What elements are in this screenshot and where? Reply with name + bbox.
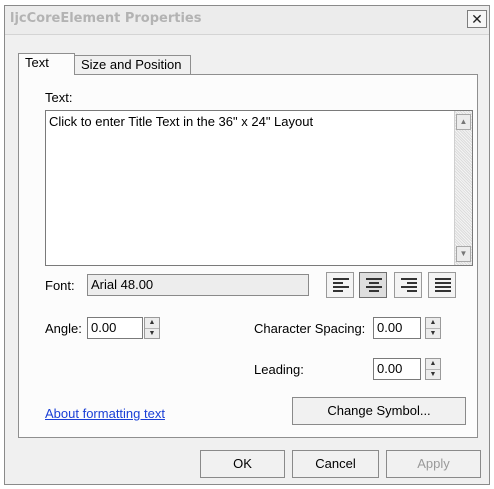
align-right-button[interactable]	[394, 272, 422, 298]
character-spacing-label: Character Spacing:	[254, 321, 366, 336]
cancel-button[interactable]: Cancel	[292, 450, 379, 478]
spin-down-icon[interactable]: ▼	[426, 370, 440, 380]
apply-button[interactable]: Apply	[386, 450, 481, 478]
tab-text-label: Text	[25, 55, 49, 70]
change-symbol-button[interactable]: Change Symbol...	[292, 397, 466, 425]
character-spacing-spinner[interactable]: ▲ ▼	[425, 317, 441, 339]
close-icon: ✕	[471, 11, 483, 27]
align-right-icon	[401, 278, 417, 292]
font-label: Font:	[45, 278, 75, 293]
spin-down-icon[interactable]: ▼	[426, 329, 440, 339]
scroll-down-button[interactable]: ▼	[456, 246, 471, 262]
spin-down-icon[interactable]: ▼	[145, 329, 159, 339]
align-left-button[interactable]	[326, 272, 354, 298]
title-text-area[interactable]: Click to enter Title Text in the 36" x 2…	[45, 110, 473, 266]
align-center-icon	[366, 278, 382, 292]
tab-size-and-position-label: Size and Position	[81, 57, 182, 72]
ok-button[interactable]: OK	[200, 450, 285, 478]
angle-spinner[interactable]: ▲ ▼	[144, 317, 160, 339]
leading-input[interactable]: 0.00	[373, 358, 421, 380]
text-label: Text:	[45, 90, 73, 105]
leading-label: Leading:	[254, 362, 304, 377]
align-justify-button[interactable]	[428, 272, 456, 298]
angle-input[interactable]: 0.00	[87, 317, 143, 339]
tab-text[interactable]: Text	[18, 53, 75, 75]
font-field[interactable]: Arial 48.00	[87, 274, 309, 296]
triangle-up-icon: ▲	[459, 117, 468, 126]
angle-label: Angle:	[45, 321, 82, 336]
title-text-value: Click to enter Title Text in the 36" x 2…	[49, 114, 314, 129]
leading-spinner[interactable]: ▲ ▼	[425, 358, 441, 380]
align-left-icon	[333, 278, 349, 292]
align-justify-icon	[435, 278, 451, 292]
dialog-title: ljcCoreElement Properties	[10, 11, 202, 26]
about-formatting-text-link[interactable]: About formatting text	[45, 406, 165, 421]
triangle-down-icon: ▼	[459, 249, 468, 258]
title-bar[interactable]: ljcCoreElement Properties ✕	[5, 6, 489, 35]
close-button[interactable]: ✕	[467, 10, 487, 28]
spin-up-icon[interactable]: ▲	[145, 318, 159, 329]
align-center-button[interactable]	[359, 272, 387, 298]
scroll-up-button[interactable]: ▲	[456, 114, 471, 130]
text-scrollbar[interactable]: ▲ ▼	[454, 111, 472, 265]
spin-up-icon[interactable]: ▲	[426, 359, 440, 370]
tab-size-and-position[interactable]: Size and Position	[74, 55, 191, 75]
properties-dialog: ljcCoreElement Properties ✕ Text Size an…	[4, 5, 490, 485]
character-spacing-input[interactable]: 0.00	[373, 317, 421, 339]
spin-up-icon[interactable]: ▲	[426, 318, 440, 329]
